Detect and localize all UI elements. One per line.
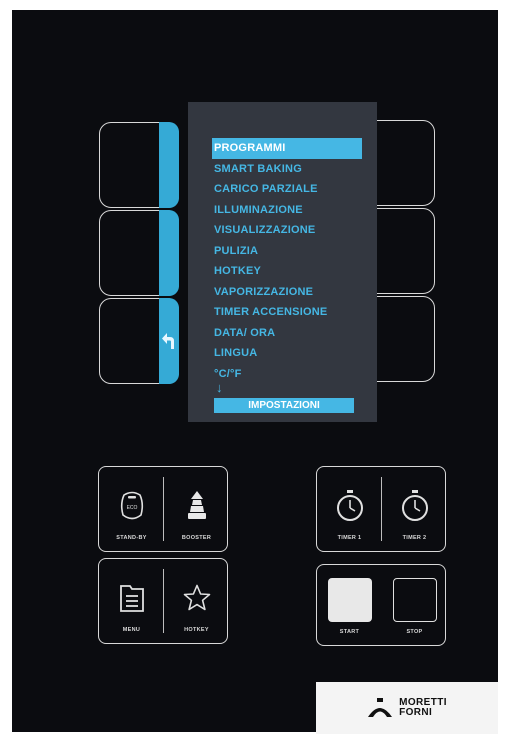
menu-label: MENU [122, 627, 141, 633]
standby-button[interactable]: ECO STAND-BY [99, 467, 164, 551]
standby-booster-group: ECO STAND-BY BOOSTER [98, 466, 228, 552]
stop-button[interactable]: STOP [382, 565, 447, 645]
back-arrow-icon [162, 333, 174, 349]
start-label: START [339, 629, 360, 635]
menu-hotkey-group: MENU HOTKEY [98, 558, 228, 644]
menu-item-lingua[interactable]: LINGUA [212, 343, 362, 364]
brand-line-2: FORNI [399, 707, 433, 718]
standby-eco-icon: ECO [120, 491, 143, 520]
timer-1-label: TIMER 1 [337, 535, 362, 541]
left-tab-1 [159, 122, 179, 208]
start-square-icon [327, 578, 372, 622]
oven-control-panel: PROGRAMMI SMART BAKING CARICO PARZIALE I… [12, 10, 498, 732]
menu-item-pulizia[interactable]: PULIZIA [212, 241, 362, 262]
document-menu-icon [119, 585, 144, 612]
stop-label: STOP [406, 629, 423, 635]
back-button[interactable] [99, 298, 179, 384]
stop-square-icon [392, 578, 437, 622]
booster-icon [187, 491, 206, 519]
back-tab [159, 298, 179, 384]
menu-item-timer-accensione[interactable]: TIMER ACCENSIONE [212, 302, 362, 323]
stopwatch-1-icon [336, 490, 363, 521]
left-soft-button-2[interactable] [99, 210, 179, 296]
star-icon [183, 584, 210, 611]
hotkey-button[interactable]: HOTKEY [164, 559, 229, 643]
menu-item-visualizzazione[interactable]: VISUALIZZAZIONE [212, 220, 362, 241]
booster-label: BOOSTER [181, 535, 212, 541]
menu-item-carico-parziale[interactable]: CARICO PARZIALE [212, 179, 362, 200]
more-items-arrow-icon: ↓ [216, 380, 223, 395]
moretti-forni-logo: MORETTI FORNI [316, 682, 498, 734]
menu-item-data-ora[interactable]: DATA/ ORA [212, 323, 362, 344]
settings-menu: PROGRAMMI SMART BAKING CARICO PARZIALE I… [212, 138, 362, 384]
menu-item-programmi[interactable]: PROGRAMMI [212, 138, 362, 159]
timer-group: TIMER 1 TIMER 2 [316, 466, 446, 552]
timer-2-button[interactable]: TIMER 2 [382, 467, 447, 551]
start-button[interactable]: START [317, 565, 382, 645]
lcd-display: PROGRAMMI SMART BAKING CARICO PARZIALE I… [188, 102, 377, 422]
menu-item-vaporizzazione[interactable]: VAPORIZZAZIONE [212, 282, 362, 303]
menu-item-temperature-unit[interactable]: °C/°F [212, 364, 362, 385]
stopwatch-2-icon [401, 490, 428, 521]
hotkey-label: HOTKEY [184, 627, 209, 633]
booster-button[interactable]: BOOSTER [164, 467, 229, 551]
menu-button[interactable]: MENU [99, 559, 164, 643]
menu-item-illuminazione[interactable]: ILLUMINAZIONE [212, 200, 362, 221]
left-tab-2 [159, 210, 179, 296]
brand-arch-icon [368, 698, 393, 717]
screen-title: IMPOSTAZIONI [214, 398, 354, 413]
timer-2-label: TIMER 2 [402, 535, 427, 541]
timer-1-button[interactable]: TIMER 1 [317, 467, 382, 551]
start-stop-group: START STOP [316, 564, 446, 646]
standby-label: STAND-BY [116, 535, 147, 541]
menu-item-hotkey[interactable]: HOTKEY [212, 261, 362, 282]
menu-item-smart-baking[interactable]: SMART BAKING [212, 159, 362, 180]
svg-text:ECO: ECO [126, 505, 137, 511]
left-soft-button-1[interactable] [99, 122, 179, 208]
